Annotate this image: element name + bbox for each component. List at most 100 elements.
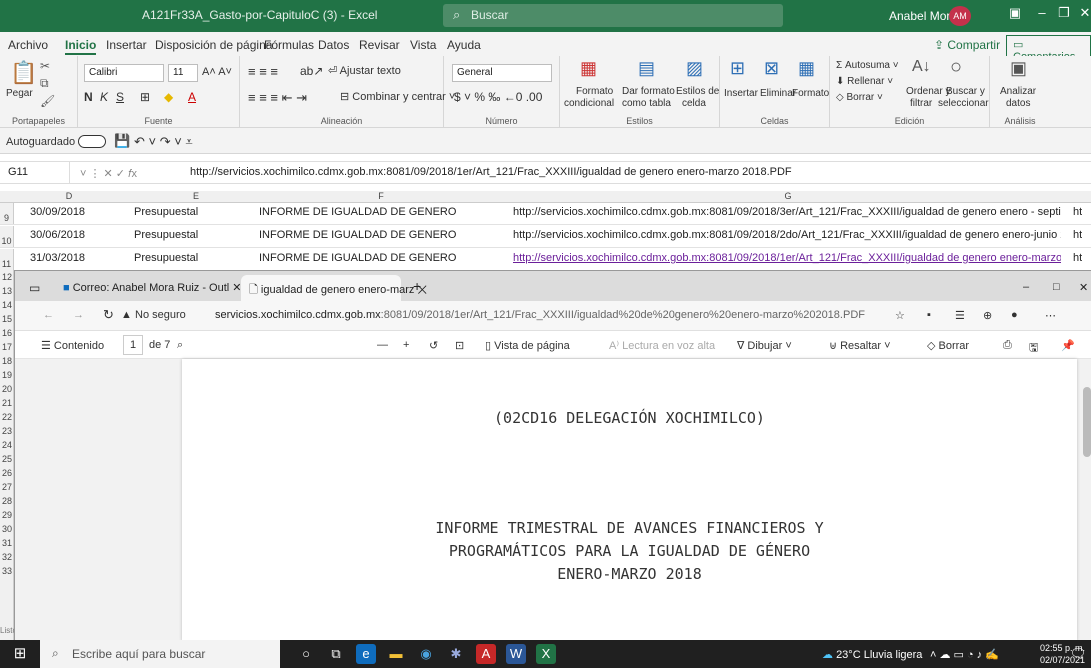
contents-button[interactable]: ☰ Contenido	[41, 339, 104, 352]
cell-url[interactable]: http://servicios.xochimilco.cdmx.gob.mx:…	[513, 206, 1061, 218]
file-explorer-icon[interactable]: ▬	[386, 644, 406, 664]
formula-controls[interactable]: ˅ ⋮ ✕ ✓ 𝑓x	[80, 167, 137, 181]
cell-url[interactable]: http://servicios.xochimilco.cdmx.gob.mx:…	[513, 229, 1061, 241]
tab-ayuda[interactable]: Ayuda	[447, 38, 481, 52]
paste-button[interactable]: Pegar	[6, 88, 33, 99]
row-number[interactable]: 9	[0, 203, 14, 224]
save-icon[interactable]: 💾	[114, 133, 130, 149]
row-number[interactable]: 23	[0, 426, 14, 436]
column-header-f[interactable]: F	[254, 191, 508, 201]
read-aloud-button[interactable]: A⁾ Lectura en voz alta	[609, 339, 715, 352]
highlight-button[interactable]: ⊎ Resaltar ˅	[829, 339, 891, 352]
currency-icon[interactable]: $ ˅ % ‰ ←0 .00	[454, 90, 542, 104]
conditional-format-label2[interactable]: condicional	[564, 98, 614, 109]
name-box[interactable]: G11	[0, 162, 70, 183]
cell-date[interactable]: 30/09/2018	[30, 206, 85, 218]
chrome-icon[interactable]: ◉	[416, 644, 436, 664]
fill-button[interactable]: ⬇ Rellenar ˅	[836, 76, 893, 87]
collections-icon[interactable]: ⊕	[983, 309, 992, 322]
favorites-icon[interactable]: ☰	[955, 309, 965, 322]
cell-h[interactable]: ht	[1073, 229, 1082, 241]
favorite-icon[interactable]: ☆	[895, 309, 905, 322]
close-icon[interactable]: ✕	[1071, 275, 1091, 301]
row-number[interactable]: 30	[0, 524, 14, 534]
tab-actions-icon[interactable]: ▭	[21, 275, 48, 301]
column-header-g[interactable]: G	[508, 191, 1068, 201]
tab-formulas[interactable]: Fórmulas	[264, 38, 314, 52]
word-icon[interactable]: W	[506, 644, 526, 664]
find-label2[interactable]: seleccionar	[938, 98, 989, 109]
cell-url-link[interactable]: http://servicios.xochimilco.cdmx.gob.mx:…	[513, 252, 1061, 264]
find-icon[interactable]: ○	[950, 56, 962, 79]
cell-type[interactable]: Presupuestal	[134, 252, 198, 264]
column-header-e[interactable]: E	[124, 191, 268, 201]
search-icon[interactable]: ⌕	[177, 339, 183, 352]
wrap-text-button[interactable]: ⏎ Ajustar texto	[328, 64, 401, 77]
row-number[interactable]: 14	[0, 300, 14, 310]
minimize-icon[interactable]: –	[1030, 5, 1054, 20]
zoom-in-icon[interactable]: +	[403, 339, 409, 351]
url-field[interactable]: servicios.xochimilco.cdmx.gob.mx:8081/09…	[215, 309, 865, 321]
excel-icon[interactable]: X	[536, 644, 556, 664]
pin-icon[interactable]: 📌	[1061, 339, 1075, 352]
row-number[interactable]: 29	[0, 510, 14, 520]
format-table-icon[interactable]: ▤	[638, 58, 655, 79]
print-icon[interactable]: ⎙	[1003, 339, 1012, 352]
taskbar-search[interactable]: ⌕ Escribe aquí para buscar	[40, 640, 280, 668]
cell-report[interactable]: INFORME DE IGUALDAD DE GENERO	[259, 252, 456, 264]
draw-button[interactable]: ∇ Dibujar ˅	[737, 339, 792, 352]
erase-button[interactable]: ◇ Borrar	[927, 339, 969, 352]
row-number[interactable]: 32	[0, 552, 14, 562]
page-view-button[interactable]: ▯ Vista de página	[485, 339, 570, 352]
extension-icon[interactable]: ▪	[927, 309, 931, 321]
format-table-label2[interactable]: como tabla	[622, 98, 671, 109]
scrollbar[interactable]	[1083, 387, 1091, 457]
row-number[interactable]: 13	[0, 286, 14, 296]
analyze-label[interactable]: Analizar	[1000, 86, 1036, 97]
cell-report[interactable]: INFORME DE IGUALDAD DE GENERO	[259, 206, 456, 218]
tab-insertar[interactable]: Insertar	[106, 38, 147, 52]
tab-inicio[interactable]: Inicio	[65, 38, 97, 55]
row-number[interactable]: 22	[0, 412, 14, 422]
formula-input[interactable]: http://servicios.xochimilco.cdmx.gob.mx:…	[190, 166, 792, 178]
new-tab-icon[interactable]: +	[405, 275, 429, 301]
tab-outlook[interactable]: ■ Correo: Anabel Mora Ruiz - Outl ✕	[55, 275, 242, 301]
cell-styles-icon[interactable]: ▨	[686, 58, 703, 79]
minimize-icon[interactable]: –	[1015, 275, 1037, 301]
bold-icon[interactable]: N	[84, 90, 93, 104]
align-top-icon[interactable]: ≡ ≡ ≡	[248, 64, 278, 79]
font-name-select[interactable]: Calibri	[84, 64, 164, 82]
row-number[interactable]: 15	[0, 314, 14, 324]
orientation-icon[interactable]: ab↗	[300, 64, 323, 78]
back-icon[interactable]: ←	[43, 309, 54, 321]
row-number[interactable]: 16	[0, 328, 14, 338]
analyze-data-icon[interactable]: ▣	[1010, 58, 1027, 79]
tab-revisar[interactable]: Revisar	[359, 38, 400, 52]
cell-type[interactable]: Presupuestal	[134, 206, 198, 218]
font-grow-icon[interactable]: A˄ A˅	[202, 66, 232, 78]
sort-label2[interactable]: filtrar	[910, 98, 932, 109]
refresh-icon[interactable]: ↻	[103, 307, 114, 323]
row-number[interactable]: 17	[0, 342, 14, 352]
font-size-select[interactable]: 11	[168, 64, 198, 82]
fit-page-icon[interactable]: ⊡	[455, 339, 464, 352]
autosum-button[interactable]: Σ Autosuma ˅	[836, 60, 899, 71]
conditional-format-label[interactable]: Formato	[576, 86, 613, 97]
search-box[interactable]: ⌕ Buscar	[443, 4, 783, 27]
font-color-icon[interactable]: A	[188, 90, 196, 104]
italic-icon[interactable]: K	[100, 90, 108, 104]
tab-disposicion[interactable]: Disposición de página	[155, 38, 272, 52]
insert-cells-icon[interactable]: ⊞	[730, 58, 745, 79]
tab-pdf[interactable]: 🗋 igualdad de genero enero-marz ✕	[241, 275, 427, 301]
undo-icon[interactable]: ↶ ˅ ↷ ˅ ⩡	[134, 134, 193, 150]
row-number[interactable]: 33	[0, 566, 14, 576]
number-format-select[interactable]: General	[452, 64, 552, 82]
row-number[interactable]: 27	[0, 482, 14, 492]
format-label[interactable]: Formato	[792, 88, 829, 99]
cortana-icon[interactable]: ○	[296, 644, 316, 664]
tab-datos[interactable]: Datos	[318, 38, 349, 52]
zoom-out-icon[interactable]: —	[377, 339, 388, 351]
row-number[interactable]: 25	[0, 454, 14, 464]
row-number[interactable]: 12	[0, 272, 14, 282]
conditional-format-icon[interactable]: ▦	[580, 58, 597, 79]
